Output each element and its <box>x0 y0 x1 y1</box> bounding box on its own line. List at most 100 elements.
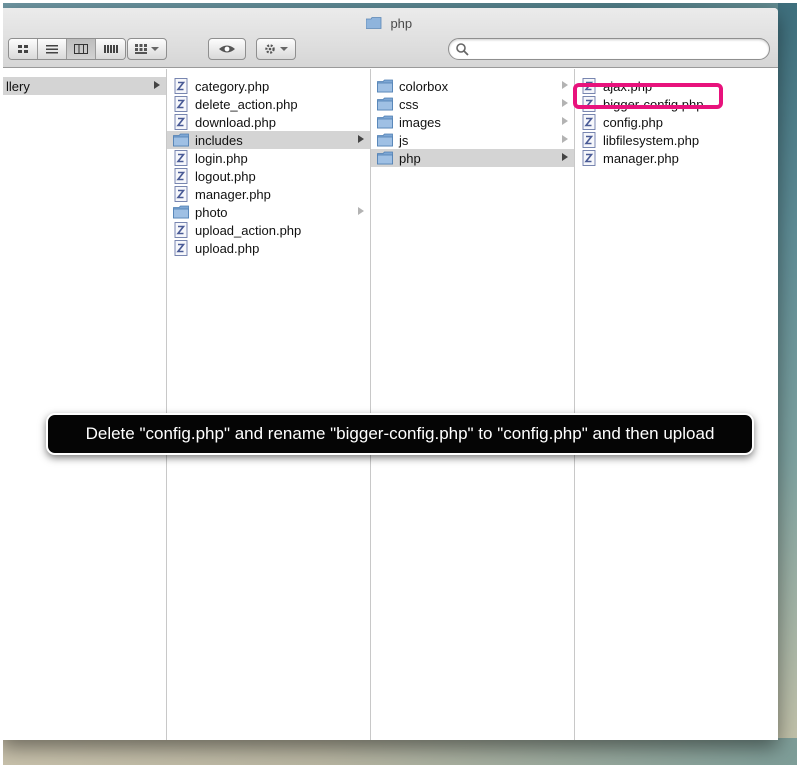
list-item-label: download.php <box>195 114 276 130</box>
list-item[interactable]: manager.php <box>167 185 370 203</box>
search-icon <box>456 43 469 56</box>
finder-window: php llery category.php delete_action.php… <box>0 8 778 740</box>
grid-icon <box>135 44 147 54</box>
folder-icon <box>377 114 393 130</box>
php-file-icon <box>581 96 597 112</box>
list-item[interactable]: manager.php <box>575 149 778 167</box>
desktop-background-strip <box>778 0 800 768</box>
action-menu-button[interactable] <box>256 38 296 60</box>
list-item[interactable]: js <box>371 131 574 149</box>
list-item-label: photo <box>195 204 228 220</box>
list-item-label: category.php <box>195 78 270 94</box>
column-1: llery <box>0 69 167 740</box>
list-item-label: includes <box>195 132 243 148</box>
list-item[interactable]: bigger-config.php <box>575 95 778 113</box>
list-item[interactable]: photo <box>167 203 370 221</box>
folder-icon <box>377 132 393 148</box>
list-item[interactable]: colorbox <box>371 77 574 95</box>
list-item[interactable]: config.php <box>575 113 778 131</box>
disclosure-arrow-icon <box>562 135 568 143</box>
php-file-icon <box>173 150 189 166</box>
php-file-icon <box>581 78 597 94</box>
list-view-button[interactable] <box>38 39 67 59</box>
toolbar: php <box>0 8 778 68</box>
coverflow-view-button[interactable] <box>96 39 125 59</box>
list-item-label: libfilesystem.php <box>603 132 700 148</box>
php-file-icon <box>173 186 189 202</box>
list-item[interactable]: libfilesystem.php <box>575 131 778 149</box>
php-file-icon <box>581 114 597 130</box>
php-file-icon <box>581 132 597 148</box>
disclosure-arrow-icon <box>562 117 568 125</box>
list-item-label: manager.php <box>603 150 679 166</box>
list-item-label: colorbox <box>399 78 449 94</box>
quick-look-button[interactable] <box>208 38 246 60</box>
php-file-icon <box>581 150 597 166</box>
disclosure-arrow-icon <box>358 135 364 143</box>
list-item-label: css <box>399 96 419 112</box>
list-item-label: php <box>399 150 421 166</box>
list-item-label: js <box>399 132 409 148</box>
gear-icon <box>265 44 275 54</box>
list-item-label: manager.php <box>195 186 271 202</box>
disclosure-arrow-icon <box>562 153 568 161</box>
column-4: ajax.php bigger-config.php config.php libfi… <box>575 69 778 740</box>
list-item-label: config.php <box>603 114 663 130</box>
disclosure-arrow-icon <box>154 81 160 89</box>
list-item-label: ajax.php <box>603 78 653 94</box>
list-view-icon <box>46 44 58 53</box>
callout-text: Delete "config.php" and rename "bigger-c… <box>85 424 715 443</box>
list-item-label: upload.php <box>195 240 260 256</box>
desktop-background-bottom <box>0 738 800 768</box>
php-file-icon <box>173 114 189 130</box>
list-item[interactable]: logout.php <box>167 167 370 185</box>
column-browser: llery category.php delete_action.phpdownl… <box>0 69 778 740</box>
list-item[interactable]: download.php <box>167 113 370 131</box>
list-item[interactable]: upload.php <box>167 239 370 257</box>
search-field[interactable] <box>448 38 770 60</box>
folder-icon <box>365 17 382 29</box>
list-item[interactable]: ajax.php <box>575 77 778 95</box>
php-file-icon <box>173 222 189 238</box>
list-item[interactable]: css <box>371 95 574 113</box>
list-item-label: bigger-config.php <box>603 96 704 112</box>
list-item[interactable]: images <box>371 113 574 131</box>
list-item-label: images <box>399 114 441 130</box>
column-2: category.php delete_action.php download.ph… <box>167 69 371 740</box>
list-item[interactable]: upload_action.php <box>167 221 370 239</box>
chevron-down-icon <box>151 47 159 51</box>
icon-view-icon <box>17 44 28 53</box>
folder-icon <box>377 78 393 94</box>
window-title-label: php <box>390 16 413 31</box>
php-file-icon <box>173 168 189 184</box>
view-mode-segmented <box>8 38 126 60</box>
list-item[interactable]: category.php <box>167 77 370 95</box>
list-item[interactable]: llery <box>0 77 166 95</box>
disclosure-arrow-icon <box>562 99 568 107</box>
column-view-button[interactable] <box>67 39 96 59</box>
icon-view-button[interactable] <box>9 39 38 59</box>
search-input[interactable] <box>473 40 763 58</box>
instruction-callout: Delete "config.php" and rename "bigger-c… <box>46 413 754 455</box>
list-item-label: llery <box>6 78 30 94</box>
column-3: colorbox css images js php <box>371 69 575 740</box>
eye-icon <box>219 45 235 53</box>
php-file-icon <box>173 240 189 256</box>
folder-icon <box>377 96 393 112</box>
chevron-down-icon <box>280 47 288 51</box>
list-item-label: logout.php <box>195 168 256 184</box>
list-item-label: upload_action.php <box>195 222 302 238</box>
disclosure-arrow-icon <box>562 81 568 89</box>
arrange-button[interactable] <box>127 38 167 60</box>
php-file-icon <box>173 78 189 94</box>
list-item-label: delete_action.php <box>195 96 298 112</box>
column-view-icon <box>74 44 88 54</box>
list-item[interactable]: login.php <box>167 149 370 167</box>
list-item[interactable]: php <box>371 149 574 167</box>
folder-icon <box>173 204 189 220</box>
php-file-icon <box>173 96 189 112</box>
folder-icon <box>377 150 393 166</box>
list-item[interactable]: includes <box>167 131 370 149</box>
coverflow-view-icon <box>103 45 118 53</box>
list-item[interactable]: delete_action.php <box>167 95 370 113</box>
